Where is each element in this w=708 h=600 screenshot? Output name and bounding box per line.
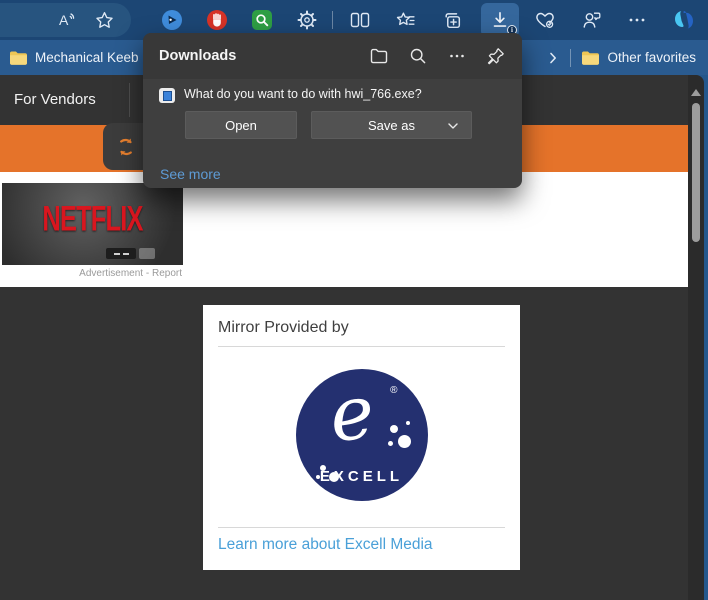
excell-logo-name: EXCELL [296, 468, 428, 485]
scrollbar-thumb[interactable] [692, 103, 700, 242]
see-more-link[interactable]: See more [160, 166, 221, 182]
address-bar[interactable]: A [0, 3, 131, 37]
collections-icon[interactable] [440, 8, 464, 32]
card-divider-bottom [218, 527, 505, 528]
favorites-icon[interactable] [393, 8, 417, 32]
search-extension-icon[interactable] [250, 8, 274, 32]
mirror-card-heading: Mirror Provided by [218, 319, 505, 337]
bookmarks-overflow-chevron[interactable] [546, 51, 560, 65]
ad-player-controls[interactable] [106, 248, 155, 259]
downloads-panel-header: Downloads [143, 33, 522, 79]
read-aloud-icon[interactable]: A [56, 9, 78, 31]
registered-mark: ® [390, 385, 397, 396]
page-scrollbar[interactable] [688, 75, 704, 600]
content-dark-section: Mirror Provided by e ® EXCELL Learn more… [0, 287, 688, 600]
exe-file-icon [159, 88, 175, 103]
ad-fullscreen-button[interactable] [139, 248, 155, 259]
split-screen-icon[interactable] [348, 8, 372, 32]
chevron-down-icon [447, 121, 459, 131]
downloads-panel-title: Downloads [159, 48, 369, 64]
browser-essentials-icon[interactable] [533, 8, 557, 32]
download-prompt: What do you want to do with hwi_766.exe? [184, 87, 422, 101]
other-favorites-folder[interactable]: Other favorites [581, 50, 696, 66]
logo-dot [388, 441, 393, 446]
more-options-icon[interactable] [625, 8, 649, 32]
scrollbar-up-arrow[interactable] [691, 84, 701, 96]
folder-icon [9, 50, 28, 66]
logo-dot [406, 421, 410, 425]
save-as-button[interactable]: Save as [311, 111, 472, 139]
search-downloads-icon[interactable] [408, 46, 428, 66]
save-as-label: Save as [368, 118, 415, 133]
read-aloud-letter: A [59, 12, 69, 28]
profile-icon[interactable] [580, 8, 604, 32]
add-favorite-star-icon[interactable] [94, 10, 115, 31]
bookmarks-divider [570, 49, 571, 67]
open-downloads-folder-icon[interactable] [369, 46, 389, 66]
card-divider-top [218, 346, 505, 347]
other-favorites-label: Other favorites [607, 50, 696, 65]
copilot-icon[interactable] [671, 8, 695, 32]
bookmark-folder-label: Mechanical Keeb [35, 50, 139, 65]
pin-panel-icon[interactable] [486, 46, 506, 66]
netflix-ad[interactable]: NETFLIX [2, 183, 183, 265]
downloads-button[interactable]: i [481, 3, 519, 37]
logo-dot [390, 425, 398, 433]
ad-control-buttons[interactable] [106, 248, 136, 259]
gear-extension-icon[interactable] [295, 8, 319, 32]
browser-window: A i [0, 0, 708, 600]
netflix-logo: NETFLIX [18, 198, 166, 239]
excell-logo-letter: e [325, 369, 378, 459]
nav-tab-for-vendors[interactable]: For Vendors [14, 75, 96, 125]
logo-dot [398, 435, 411, 448]
media-extension-icon[interactable] [160, 8, 184, 32]
toolbar-divider [332, 11, 333, 29]
downloads-panel: Downloads What do you want to do with hw… [143, 33, 522, 188]
excell-logo: e ® EXCELL [296, 369, 428, 501]
downloads-more-options-icon[interactable] [447, 46, 467, 66]
bookmark-folder-mechanical-keeb[interactable]: Mechanical Keeb [0, 50, 139, 66]
nav-tab-divider [129, 83, 130, 117]
folder-icon [581, 50, 600, 66]
adblock-extension-icon[interactable] [205, 8, 229, 32]
sync-arrows-icon [113, 134, 139, 160]
content-white-section: NETFLIX Advertisement - Report [0, 172, 688, 287]
ad-caption[interactable]: Advertisement - Report [0, 268, 182, 279]
learn-more-link[interactable]: Learn more about Excell Media [218, 536, 505, 554]
mirror-card: Mirror Provided by e ® EXCELL Learn more… [203, 305, 520, 570]
open-button[interactable]: Open [185, 111, 297, 139]
